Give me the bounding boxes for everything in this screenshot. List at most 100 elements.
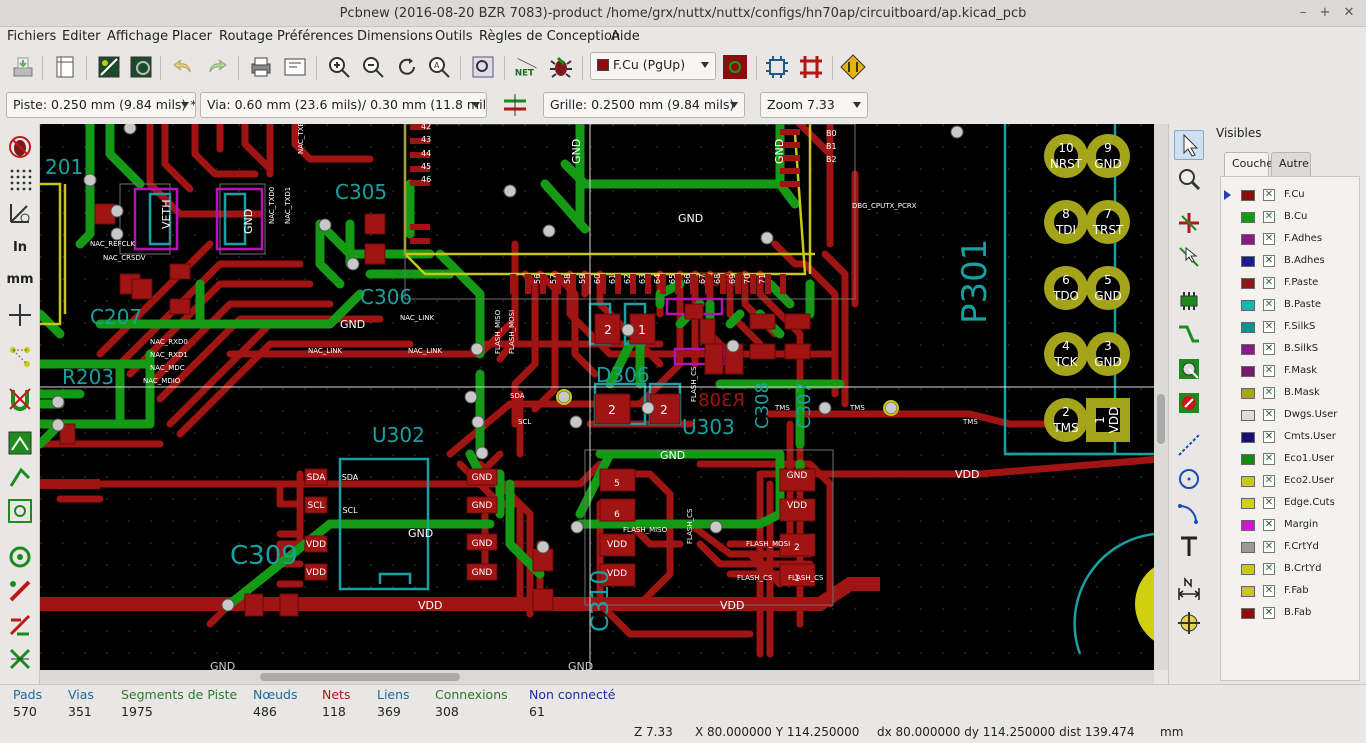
tab-couche[interactable]: Couche xyxy=(1224,152,1273,176)
layer-pair-icon[interactable] xyxy=(720,52,750,82)
layer-row-cmts-user[interactable]: ✕ Cmts.User xyxy=(1221,427,1359,449)
layer-row-b-cu[interactable]: ✕ B.Cu xyxy=(1221,207,1359,229)
maximize-button[interactable]: + xyxy=(1316,4,1334,22)
layer-row-margin[interactable]: ✕ Margin xyxy=(1221,515,1359,537)
layer-visible-checkbox[interactable]: ✕ xyxy=(1263,607,1275,619)
layer-row-b-paste[interactable]: ✕ B.Paste xyxy=(1221,295,1359,317)
layer-visible-checkbox[interactable]: ✕ xyxy=(1263,431,1275,443)
redraw-icon[interactable] xyxy=(392,52,422,82)
layer-row-f-adhes[interactable]: ✕ F.Adhes xyxy=(1221,229,1359,251)
show-pads-sketch-icon[interactable] xyxy=(5,462,35,492)
menu-placer[interactable]: Placer xyxy=(172,29,212,44)
layer-visible-checkbox[interactable]: ✕ xyxy=(1263,343,1275,355)
undo-icon[interactable] xyxy=(168,52,198,82)
menu-affichage[interactable]: Affichage xyxy=(107,29,168,44)
layer-visible-checkbox[interactable]: ✕ xyxy=(1263,365,1275,377)
mode-footprint-icon[interactable] xyxy=(762,52,792,82)
layer-row-f-cu[interactable]: ✕ F.Cu xyxy=(1221,185,1359,207)
grid-select[interactable]: Grille: 0.2500 mm (9.84 mils) xyxy=(543,92,745,118)
tab-autre[interactable]: Autre xyxy=(1271,152,1311,176)
layer-visible-checkbox[interactable]: ✕ xyxy=(1263,475,1275,487)
menu-fichiers[interactable]: Fichiers xyxy=(7,29,56,44)
zoom-fit-icon[interactable]: A xyxy=(424,52,454,82)
zoom-select[interactable]: Zoom 7.33 xyxy=(760,92,868,118)
mode-track-icon[interactable] xyxy=(796,52,826,82)
highlight-net-icon[interactable] xyxy=(1174,164,1204,194)
show-vias-icon[interactable] xyxy=(5,542,35,572)
menu-dimensions[interactable]: Dimensions xyxy=(357,29,433,44)
layer-color-swatch[interactable] xyxy=(1241,366,1255,377)
high-contrast-icon[interactable] xyxy=(5,610,35,640)
cursor-shape-icon[interactable] xyxy=(5,300,35,330)
add-zone-icon[interactable] xyxy=(1174,388,1204,418)
layer-color-swatch[interactable] xyxy=(1241,608,1255,619)
pcb-canvas[interactable]: C305 C306 C207 R203 U302 U303 D306 C309 … xyxy=(40,124,1154,670)
layer-row-eco2-user[interactable]: ✕ Eco2.User xyxy=(1221,471,1359,493)
layer-color-swatch[interactable] xyxy=(1241,388,1255,399)
module-ratsnest-icon[interactable] xyxy=(5,384,35,414)
layer-color-swatch[interactable] xyxy=(1241,476,1255,487)
menu-aide[interactable]: Aide xyxy=(611,29,640,44)
library-browser-icon[interactable] xyxy=(126,52,156,82)
zoom-out-icon[interactable] xyxy=(358,52,388,82)
layer-row-b-silks[interactable]: ✕ B.SilkS xyxy=(1221,339,1359,361)
print-icon[interactable] xyxy=(246,52,276,82)
layer-color-swatch[interactable] xyxy=(1241,322,1255,333)
ratsnest-icon[interactable] xyxy=(5,342,35,372)
add-line-icon[interactable] xyxy=(1174,430,1204,460)
find-icon[interactable] xyxy=(468,52,498,82)
layer-color-swatch[interactable] xyxy=(1241,520,1255,531)
layer-visible-checkbox[interactable]: ✕ xyxy=(1263,277,1275,289)
fill-zone-icon[interactable] xyxy=(5,428,35,458)
add-circle-icon[interactable] xyxy=(1174,464,1204,494)
layer-color-swatch[interactable] xyxy=(1241,586,1255,597)
menu-regles[interactable]: Règles de Conception xyxy=(479,29,620,44)
select-tool-icon[interactable] xyxy=(1174,130,1204,160)
layer-row-b-fab[interactable]: ✕ B.Fab xyxy=(1221,603,1359,625)
layer-row-edge-cuts[interactable]: ✕ Edge.Cuts xyxy=(1221,493,1359,515)
layer-visible-checkbox[interactable]: ✕ xyxy=(1263,409,1275,421)
zoom-in-icon[interactable] xyxy=(324,52,354,82)
layer-visible-checkbox[interactable]: ✕ xyxy=(1263,211,1275,223)
add-footprint-icon[interactable] xyxy=(1174,286,1204,316)
drc-icon[interactable] xyxy=(546,52,576,82)
add-target-icon[interactable] xyxy=(1174,608,1204,638)
local-ratsnest-icon[interactable] xyxy=(1174,208,1204,238)
layer-color-swatch[interactable] xyxy=(1241,344,1255,355)
microwave-tools-icon[interactable] xyxy=(5,644,35,674)
layer-color-swatch[interactable] xyxy=(1241,212,1255,223)
layer-row-f-fab[interactable]: ✕ F.Fab xyxy=(1221,581,1359,603)
add-via-icon[interactable] xyxy=(1174,354,1204,384)
new-board-icon[interactable] xyxy=(8,52,38,82)
polar-coords-icon[interactable] xyxy=(5,198,35,228)
add-dimension-icon[interactable] xyxy=(1174,574,1204,604)
menu-outils[interactable]: Outils xyxy=(435,29,473,44)
layer-row-f-silks[interactable]: ✕ F.SilkS xyxy=(1221,317,1359,339)
vertical-scrollbar-thumb[interactable] xyxy=(1157,394,1165,444)
layer-visible-checkbox[interactable]: ✕ xyxy=(1263,453,1275,465)
layer-visible-checkbox[interactable]: ✕ xyxy=(1263,387,1275,399)
horizontal-scrollbar[interactable] xyxy=(40,670,1154,684)
layer-color-swatch[interactable] xyxy=(1241,542,1255,553)
add-track-icon[interactable] xyxy=(1174,320,1204,350)
redo-icon[interactable] xyxy=(202,52,232,82)
layer-row-dwgs-user[interactable]: ✕ Dwgs.User xyxy=(1221,405,1359,427)
layer-row-f-crtyd[interactable]: ✕ F.CrtYd xyxy=(1221,537,1359,559)
minimize-button[interactable]: – xyxy=(1294,4,1312,22)
auto-track-width-icon[interactable] xyxy=(500,90,530,120)
layer-visible-checkbox[interactable]: ✕ xyxy=(1263,189,1275,201)
menu-editer[interactable]: Editer xyxy=(62,29,101,44)
add-text-icon[interactable] xyxy=(1174,532,1204,562)
netlist-icon[interactable]: NET xyxy=(512,52,542,82)
vertical-scrollbar[interactable] xyxy=(1154,124,1168,670)
layer-visible-checkbox[interactable]: ✕ xyxy=(1263,233,1275,245)
show-vias-sketch-icon[interactable] xyxy=(5,496,35,526)
page-settings-icon[interactable] xyxy=(50,52,80,82)
drc-off-icon[interactable] xyxy=(5,132,35,162)
layer-row-eco1-user[interactable]: ✕ Eco1.User xyxy=(1221,449,1359,471)
layer-row-b-adhes[interactable]: ✕ B.Adhes xyxy=(1221,251,1359,273)
layer-color-swatch[interactable] xyxy=(1241,432,1255,443)
layer-visible-checkbox[interactable]: ✕ xyxy=(1263,541,1275,553)
layer-color-swatch[interactable] xyxy=(1241,278,1255,289)
track-width-select[interactable]: Piste: 0.250 mm (9.84 mils) * xyxy=(6,92,196,118)
